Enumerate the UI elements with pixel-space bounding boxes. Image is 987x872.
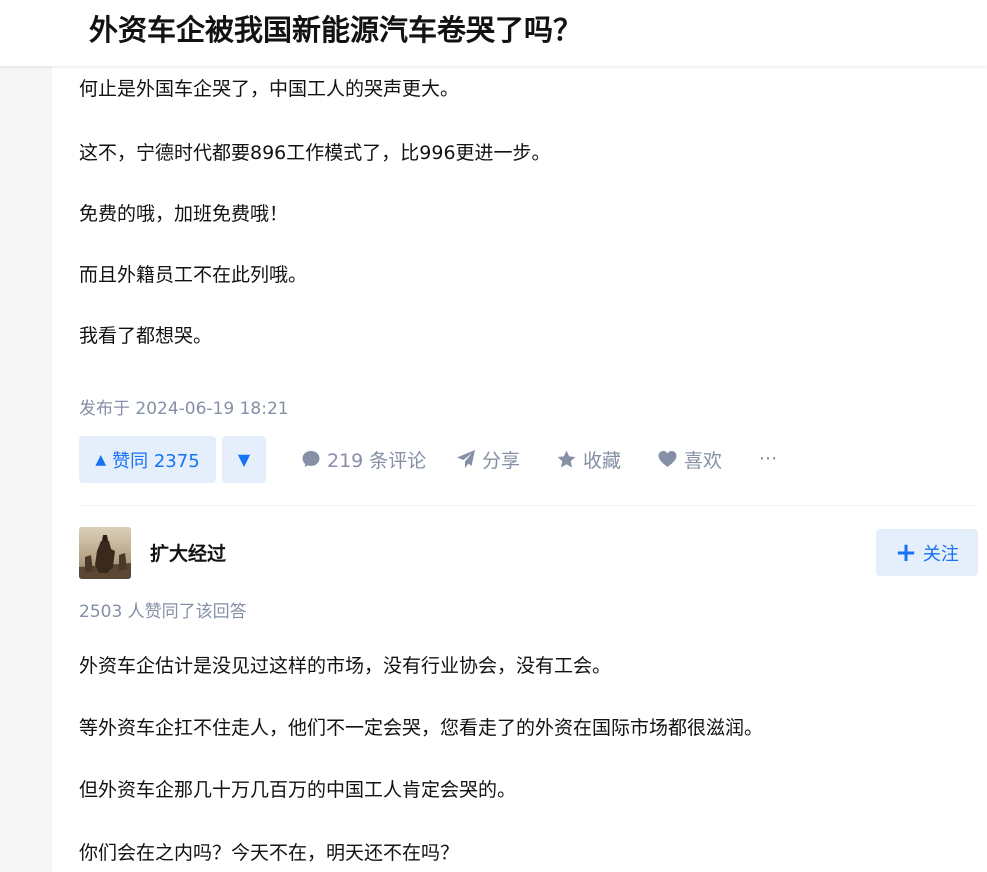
publish-time[interactable]: 发布于 2024-06-19 18:21 — [79, 394, 289, 419]
author-name[interactable]: 扩大经过 — [150, 539, 226, 566]
share-button[interactable]: 分享 — [456, 446, 520, 472]
triangle-down-icon: ▼ — [237, 450, 251, 469]
like-label: 喜欢 — [684, 449, 723, 472]
answer-divider — [79, 505, 977, 506]
more-icon: ··· — [759, 448, 778, 470]
star-icon — [557, 450, 576, 467]
vote-up-button[interactable]: ▲ 赞同 2375 — [79, 436, 216, 483]
answer1-paragraph: 这不，宁德时代都要896工作模式了，比996更进一步。 — [79, 142, 551, 164]
more-button[interactable]: ··· — [759, 446, 777, 472]
favorite-button[interactable]: 收藏 — [556, 446, 621, 472]
paper-plane-icon — [457, 450, 475, 468]
comment-button[interactable]: 219 条评论 — [301, 446, 426, 472]
vote-up-label: 赞同 2375 — [112, 450, 200, 472]
share-label: 分享 — [482, 449, 521, 472]
avatar[interactable] — [79, 527, 131, 579]
answer1-paragraph: 何止是外国车企哭了，中国工人的哭声更大。 — [79, 78, 460, 100]
follow-button[interactable]: + 关注 — [876, 529, 978, 576]
upvote-summary: 2503 人赞同了该回答 — [79, 602, 247, 622]
comment-icon — [302, 451, 320, 467]
answer1-paragraph: 我看了都想哭。 — [79, 325, 213, 347]
like-button[interactable]: 喜欢 — [657, 446, 722, 472]
avatar-image — [79, 527, 131, 579]
answer1-paragraph: 免费的哦，加班免费哦！ — [79, 203, 289, 225]
vote-down-button[interactable]: ▼ — [222, 436, 266, 483]
answer2-paragraph: 你们会在之内吗？今天不在，明天还不在吗？ — [79, 842, 460, 864]
plus-icon: + — [895, 537, 917, 568]
comment-count: 219 条评论 — [327, 449, 427, 472]
answer2-paragraph: 外资车企估计是没见过这样的市场，没有行业协会，没有工会。 — [79, 655, 612, 677]
question-header: 外资车企被我国新能源汽车卷哭了吗？ — [0, 0, 987, 66]
answer1-paragraph: 而且外籍员工不在此列哦。 — [79, 264, 308, 286]
triangle-up-icon: ▲ — [95, 451, 107, 468]
follow-label: 关注 — [922, 543, 959, 565]
answer2-paragraph: 但外资车企那几十万几百万的中国工人肯定会哭的。 — [79, 779, 517, 801]
favorite-label: 收藏 — [583, 449, 622, 472]
answer2-paragraph: 等外资车企扛不住走人，他们不一定会哭，您看走了的外资在国际市场都很滋润。 — [79, 717, 764, 739]
heart-icon — [658, 451, 677, 467]
question-title[interactable]: 外资车企被我国新能源汽车卷哭了吗？ — [89, 10, 582, 50]
